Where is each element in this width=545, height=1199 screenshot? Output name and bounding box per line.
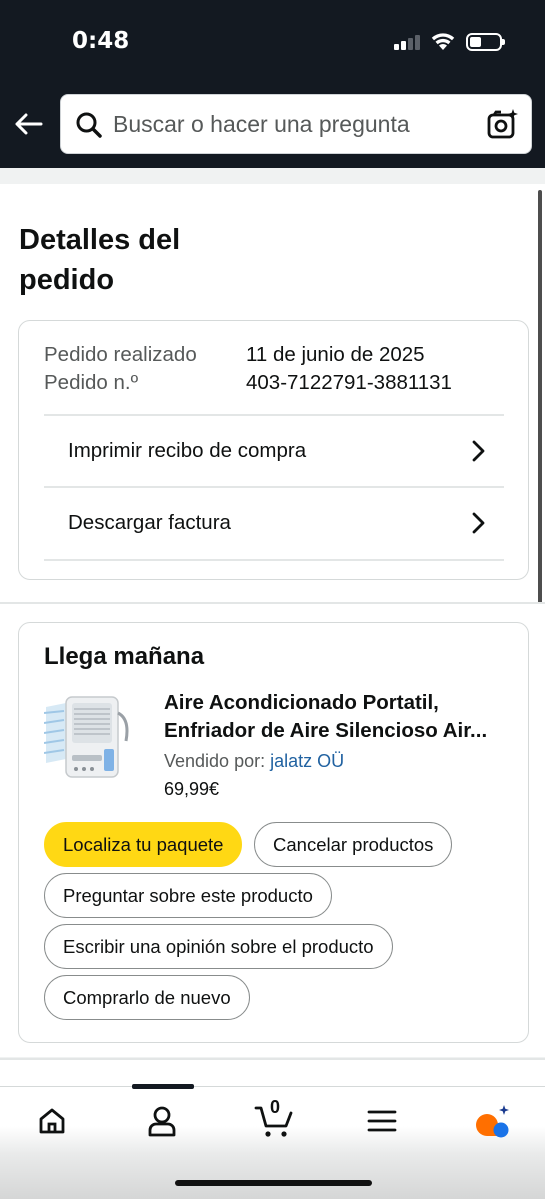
order-info-card: Pedido realizado 11 de junio de 2025 Ped… [18,320,529,580]
order-number-value: 403-7122791-3881131 [246,371,452,394]
camera-search-icon[interactable] [487,108,519,140]
seller-link[interactable]: jalatz OÜ [270,751,344,771]
home-icon [39,1108,65,1134]
download-invoice-label: Descargar factura [68,511,231,534]
product-price: 69,99€ [164,779,220,799]
product-title-line1[interactable]: Aire Acondicionado Portatil, [164,689,509,717]
print-receipt-link[interactable]: Imprimir recibo de compra [44,414,504,486]
app-header: 0:48 [0,0,545,168]
search-icon [76,112,102,138]
divider [44,559,504,561]
product-image[interactable] [44,689,132,781]
chevron-right-icon [472,512,485,534]
cart-count-badge: 0 [270,1097,281,1117]
write-review-button[interactable]: Escribir una opinión sobre el producto [44,924,393,969]
ask-product-button[interactable]: Preguntar sobre este producto [44,873,332,918]
home-indicator[interactable] [175,1180,372,1186]
search-input[interactable] [113,95,473,153]
order-date-label: Pedido realizado [44,343,197,366]
rufus-icon [476,1105,509,1138]
back-button[interactable] [10,106,46,142]
order-details-section: Detalles del pedido Pedido realizado 11 … [0,184,545,602]
sold-by: Vendido por: jalatz OÜ [164,751,344,772]
nav-home[interactable] [30,1103,74,1139]
shipment-section: Llega mañana Aire Acondicionado Portatil… [0,602,545,1057]
chevron-right-icon [472,440,485,462]
nav-account[interactable] [140,1103,184,1139]
order-date-value: 11 de junio de 2025 [246,343,425,366]
search-bar[interactable] [60,94,532,154]
print-receipt-label: Imprimir recibo de compra [68,439,307,462]
active-tab-indicator [132,1084,194,1089]
track-package-button[interactable]: Localiza tu paquete [44,822,243,867]
wifi-icon [431,33,455,50]
download-invoice-link[interactable]: Descargar factura [44,486,504,558]
status-time: 0:48 [72,28,130,54]
nav-menu[interactable] [360,1103,404,1139]
cancel-items-button[interactable]: Cancelar productos [254,822,453,867]
sold-by-label: Vendido por: [164,751,271,771]
next-section-peek [0,1058,545,1086]
main-content: Detalles del pedido Pedido realizado 11 … [0,168,545,1086]
product-title-line2[interactable]: Enfriador de Aire Silencioso Air... [164,717,509,745]
battery-icon [466,33,505,51]
nav-rufus[interactable] [470,1103,514,1139]
account-icon [148,1106,176,1137]
order-number-label: Pedido n.º [44,371,139,394]
delivery-status: Llega mañana [44,643,205,670]
shipment-card: Llega mañana Aire Acondicionado Portatil… [18,622,529,1043]
menu-icon [367,1110,397,1132]
signal-icon [394,34,420,50]
page-title: Detalles del pedido [19,224,181,296]
scrollbar[interactable] [538,190,542,610]
back-arrow-icon [15,113,43,135]
buy-again-button[interactable]: Comprarlo de nuevo [44,975,250,1020]
